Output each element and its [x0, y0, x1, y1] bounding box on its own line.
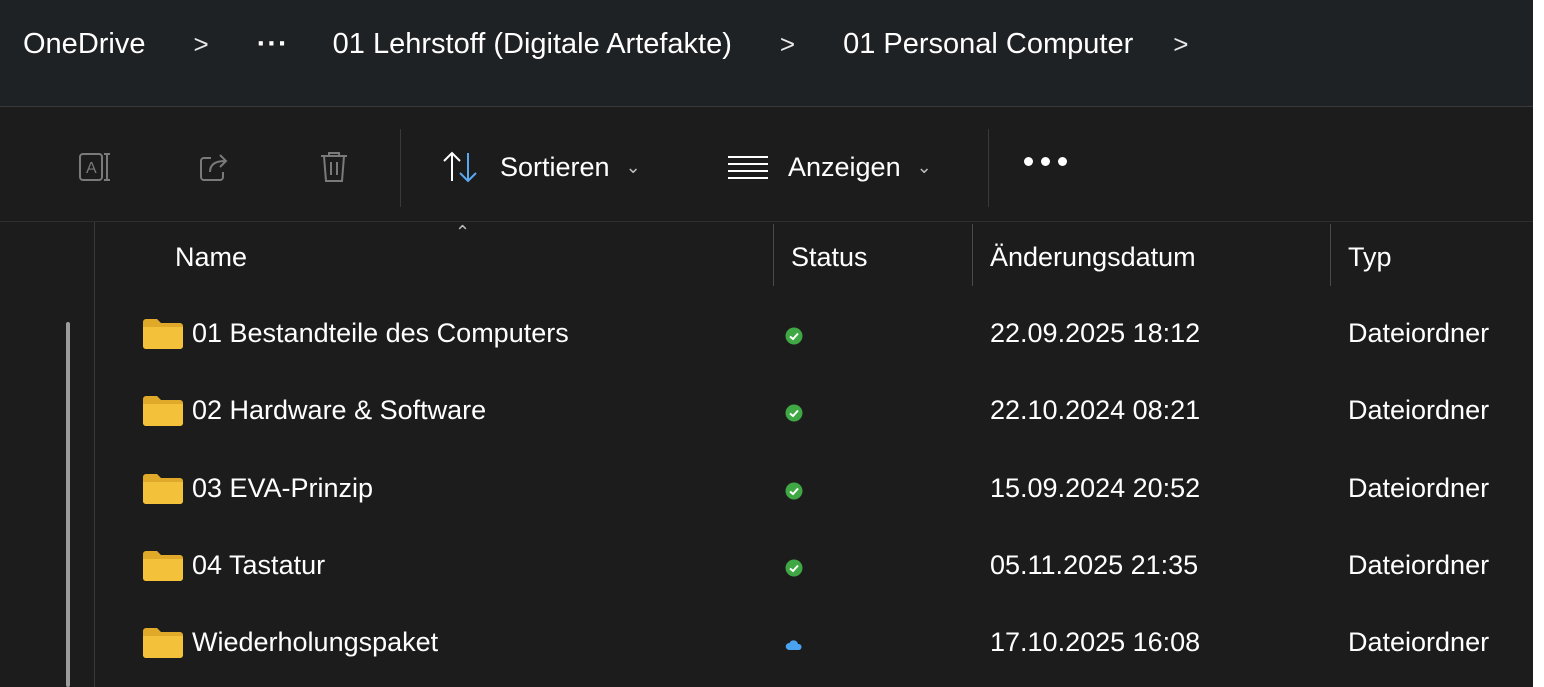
breadcrumb: OneDrive > ··· 01 Lehrstoff (Digitale Ar… [0, 0, 1188, 88]
svg-text:A: A [86, 160, 97, 177]
file-row[interactable]: 04 Tastatur 05.11.2025 21:35 Dateiordner [95, 530, 1533, 602]
breadcrumb-personal-computer[interactable]: 01 Personal Computer [795, 28, 1133, 61]
file-row[interactable]: 03 EVA-Prinzip 15.09.2024 20:52 Dateiord… [95, 453, 1533, 525]
view-button[interactable]: Anzeigen ⌄ [726, 143, 932, 191]
rename-icon[interactable]: A [76, 147, 116, 187]
folder-icon [143, 319, 183, 349]
column-divider[interactable] [773, 224, 774, 286]
navigation-pane [0, 222, 95, 687]
breadcrumb-chevron-icon[interactable]: > [732, 29, 795, 60]
trash-icon[interactable] [314, 147, 354, 187]
address-bar[interactable]: OneDrive > ··· 01 Lehrstoff (Digitale Ar… [0, 0, 1533, 107]
sort-arrows-icon [443, 151, 477, 183]
nav-scrollbar[interactable] [66, 322, 70, 687]
view-label: Anzeigen [788, 151, 901, 182]
breadcrumb-overflow[interactable]: ··· [209, 28, 289, 61]
column-divider[interactable] [972, 224, 973, 286]
file-type: Dateiordner [1348, 627, 1490, 657]
synced-check-icon [785, 404, 803, 422]
file-name: 03 EVA-Prinzip [192, 473, 374, 503]
synced-check-icon [785, 559, 803, 577]
more-icon[interactable] [1024, 157, 1067, 166]
folder-icon [143, 628, 183, 658]
file-date: 22.09.2025 18:12 [990, 318, 1201, 348]
share-icon[interactable] [195, 147, 235, 187]
chevron-down-icon: ⌄ [625, 156, 641, 177]
column-status[interactable]: Status [791, 242, 868, 273]
file-date: 17.10.2025 16:08 [990, 627, 1201, 657]
file-type: Dateiordner [1348, 318, 1490, 348]
file-name: Wiederholungspaket [192, 627, 439, 657]
column-divider[interactable] [1330, 224, 1331, 286]
command-bar: A Sortieren ⌄ Anzeigen ⌄ [0, 107, 1533, 222]
file-date: 05.11.2025 21:35 [990, 550, 1199, 580]
cloud-icon [785, 640, 802, 650]
view-lines-icon [728, 156, 768, 179]
file-date: 15.09.2024 20:52 [990, 473, 1201, 503]
synced-check-icon [785, 327, 803, 345]
breadcrumb-lehrstoff[interactable]: 01 Lehrstoff (Digitale Artefakte) [289, 28, 732, 61]
breadcrumb-onedrive[interactable]: OneDrive [0, 28, 146, 61]
column-name[interactable]: Name [175, 242, 247, 273]
synced-check-icon [785, 482, 803, 500]
file-row[interactable]: Wiederholungspaket 17.10.2025 16:08 Date… [95, 607, 1533, 679]
file-type: Dateiordner [1348, 473, 1490, 503]
file-name: 02 Hardware & Software [192, 395, 487, 425]
column-header-row: ⌃ Name Status Änderungsdatum Typ [95, 222, 1533, 288]
sort-button[interactable]: Sortieren ⌄ [440, 143, 641, 191]
toolbar-divider [988, 129, 989, 207]
file-name: 04 Tastatur [192, 550, 326, 580]
file-type: Dateiordner [1348, 550, 1490, 580]
breadcrumb-chevron-icon[interactable]: > [146, 29, 209, 60]
file-type: Dateiordner [1348, 395, 1490, 425]
folder-icon [143, 551, 183, 581]
folder-icon [143, 474, 183, 504]
toolbar-divider [400, 129, 401, 207]
column-type[interactable]: Typ [1348, 242, 1392, 273]
file-date: 22.10.2024 08:21 [990, 395, 1201, 425]
file-name: 01 Bestandteile des Computers [192, 318, 569, 348]
file-row[interactable]: 01 Bestandteile des Computers 22.09.2025… [95, 298, 1533, 370]
sort-label: Sortieren [500, 151, 610, 182]
sort-ascending-icon: ⌃ [455, 222, 471, 242]
column-date[interactable]: Änderungsdatum [990, 242, 1196, 273]
folder-icon [143, 396, 183, 426]
chevron-down-icon: ⌄ [916, 156, 932, 177]
breadcrumb-chevron-icon[interactable]: > [1133, 29, 1188, 60]
file-row[interactable]: 02 Hardware & Software 22.10.2024 08:21 … [95, 375, 1533, 447]
file-explorer-window: OneDrive > ··· 01 Lehrstoff (Digitale Ar… [0, 0, 1533, 687]
